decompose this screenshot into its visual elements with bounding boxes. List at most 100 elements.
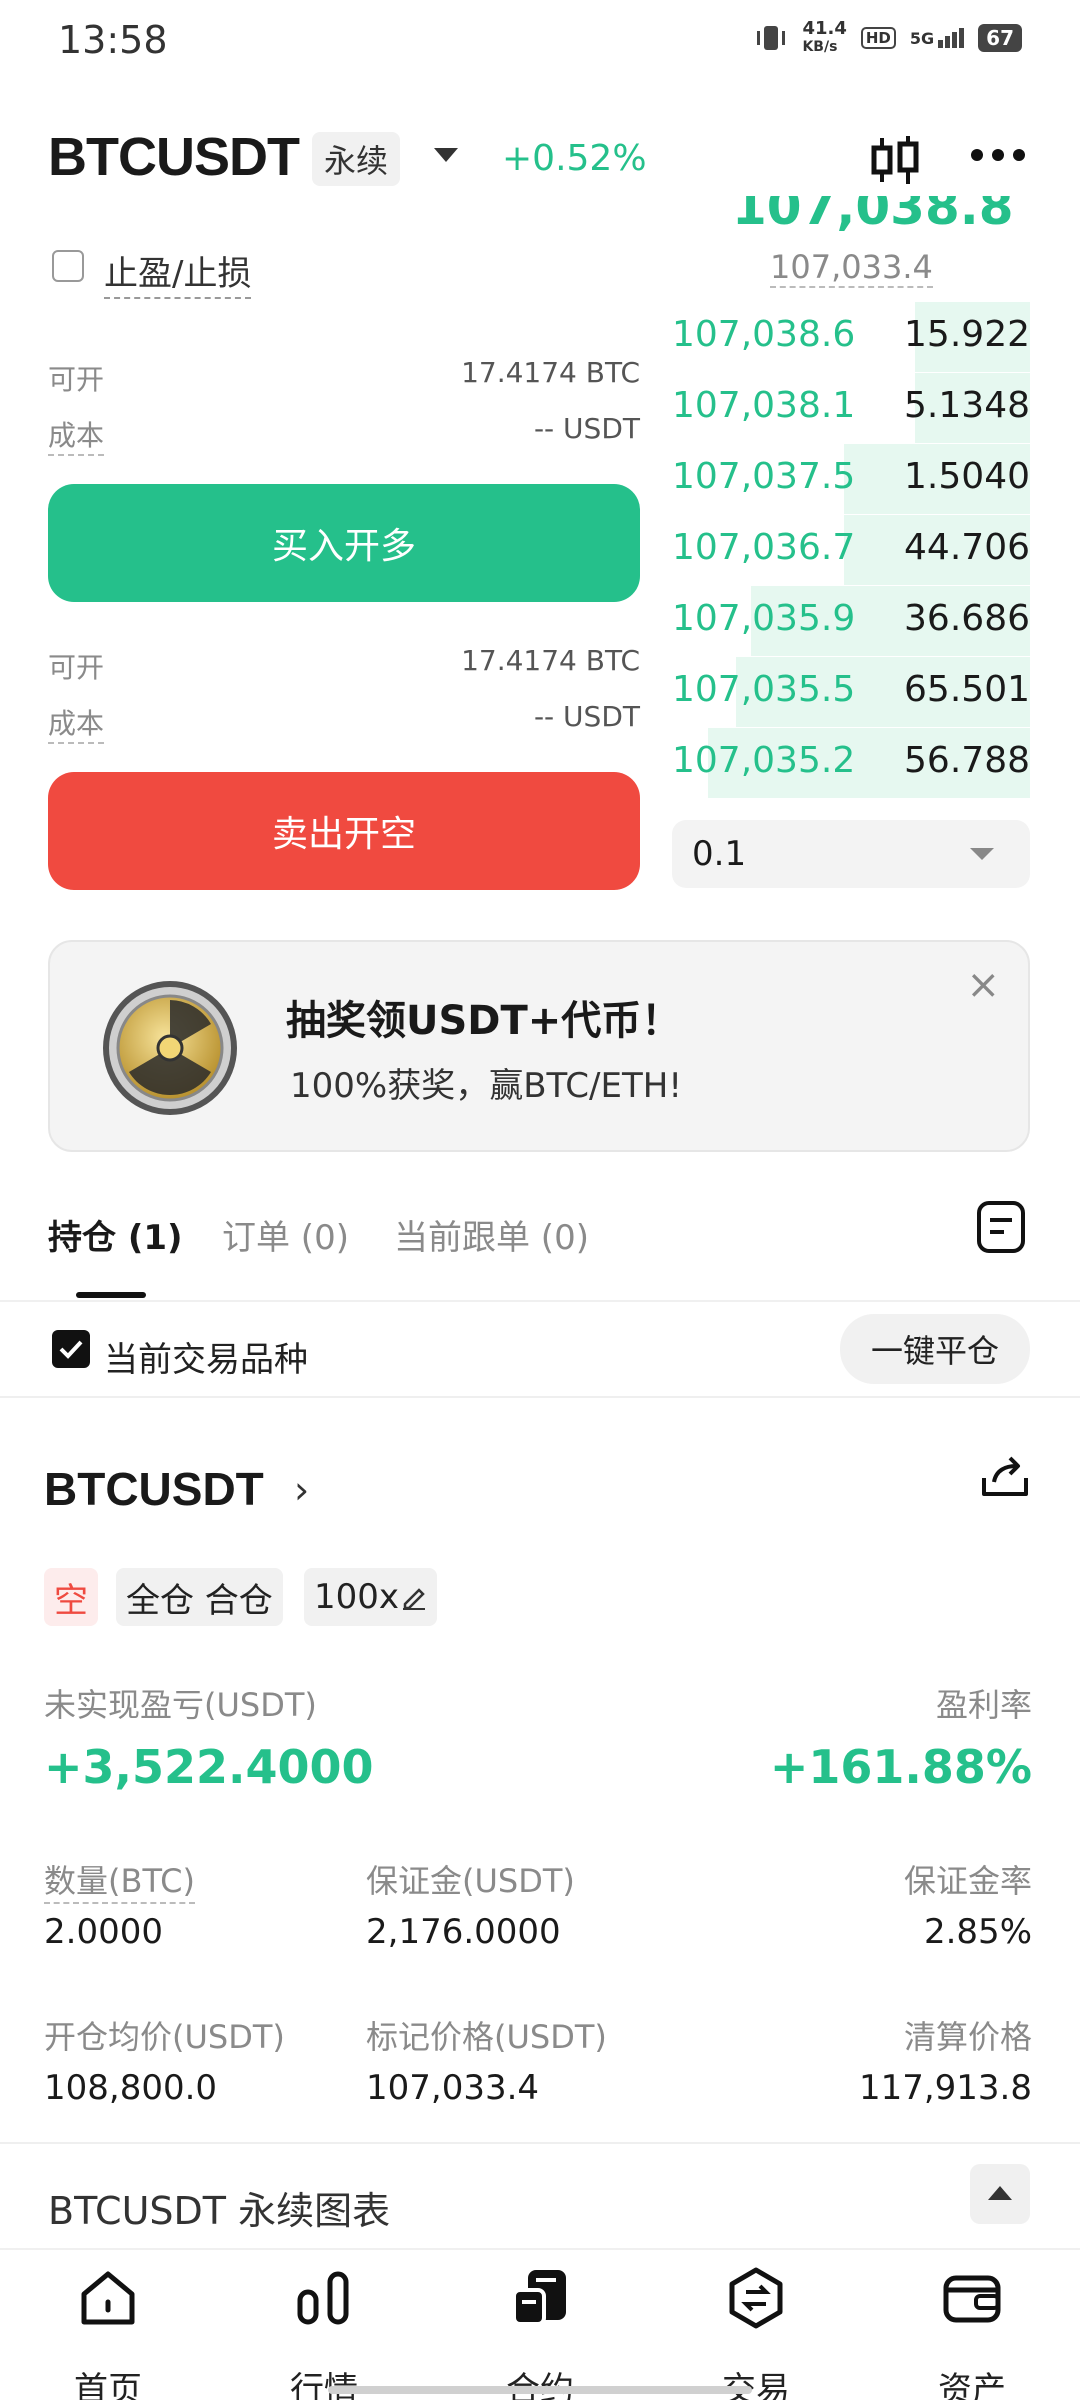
- tab-orders[interactable]: 订单 (0): [222, 1210, 349, 1259]
- check-icon: [59, 1340, 83, 1359]
- margin-ratio-value: 2.85%: [923, 1912, 1032, 1952]
- pair-title[interactable]: BTCUSDT: [48, 126, 300, 188]
- mark-price: 107,033.4: [770, 248, 933, 288]
- order-book-row[interactable]: 107,035.2 56.788: [672, 728, 1030, 798]
- chevron-down-icon[interactable]: [434, 148, 458, 162]
- nav-home[interactable]: 首页: [38, 2266, 178, 2400]
- mark-price-label: 标记价格(USDT): [366, 2018, 607, 2056]
- banner-title: 抽奖领USDT+代币！: [286, 998, 682, 1044]
- unrealized-pnl-label: 未实现盈亏(USDT): [44, 1686, 317, 1724]
- long-available-label: 可开: [48, 363, 105, 396]
- close-all-button[interactable]: 一键平仓: [840, 1314, 1030, 1384]
- candlestick-icon[interactable]: [868, 132, 924, 188]
- net-speed: 41.4 KB/s: [802, 18, 847, 56]
- chevron-down-icon: [970, 848, 994, 860]
- tab-copy-trades[interactable]: 当前跟单 (0): [394, 1210, 589, 1259]
- margin-label: 保证金(USDT): [366, 1862, 575, 1900]
- nav-futures[interactable]: 合约: [470, 2266, 610, 2400]
- mark-price-value: 107,033.4: [366, 2068, 540, 2108]
- nav-assets[interactable]: 资产: [902, 2266, 1042, 2400]
- nav-trade[interactable]: 交易: [686, 2266, 826, 2400]
- divider: [0, 1300, 1080, 1302]
- quantity-label: 数量(BTC): [44, 1856, 195, 1904]
- home-icon: [81, 2271, 135, 2325]
- chart-section-title[interactable]: BTCUSDT 永续图表: [48, 2180, 390, 2235]
- bid-quantity: 36.686: [904, 598, 1030, 639]
- bid-quantity: 1.5040: [904, 456, 1030, 497]
- promo-banner[interactable]: 抽奖领USDT+代币！ 100%获奖，赢BTC/ETH! ×: [48, 940, 1030, 1152]
- order-book-row[interactable]: 107,036.7 44.706: [672, 515, 1030, 585]
- nav-assets-label: 资产: [938, 2370, 1006, 2400]
- order-book-row[interactable]: 107,038.6 15.922: [672, 302, 1030, 372]
- nav-home-label: 首页: [74, 2370, 142, 2400]
- divider: [0, 1396, 1080, 1398]
- current-pair-label[interactable]: 当前交易品种: [104, 1332, 308, 1381]
- active-tab-indicator: [76, 1292, 146, 1298]
- buy-long-button[interactable]: 买入开多: [48, 484, 640, 602]
- unrealized-pnl-value: +3,522.4000: [44, 1740, 374, 1794]
- bid-price: 107,037.5: [672, 456, 856, 497]
- contract-type-badge[interactable]: 永续: [312, 132, 401, 186]
- bid-price: 107,035.2: [672, 740, 856, 781]
- nav-market[interactable]: 行情: [254, 2266, 394, 2400]
- sell-short-button[interactable]: 卖出开空: [48, 772, 640, 890]
- share-icon[interactable]: [980, 1454, 1030, 1500]
- current-pair-checkbox[interactable]: [52, 1330, 90, 1368]
- vibrate-icon: [757, 26, 786, 50]
- chevron-right-icon[interactable]: ›: [294, 1468, 309, 1512]
- wallet-icon: [943, 2275, 1001, 2323]
- bid-price: 107,038.6: [672, 314, 856, 355]
- tpsl-label[interactable]: 止盈/止损: [104, 246, 252, 299]
- entry-price-label: 开仓均价(USDT): [44, 2018, 285, 2056]
- order-book-row[interactable]: 107,037.5 1.5040: [672, 444, 1030, 514]
- leverage-value: 100x: [314, 1577, 400, 1617]
- edit-icon: [403, 1588, 426, 1610]
- chevron-up-icon[interactable]: [970, 2164, 1030, 2224]
- bottom-nav: 首页 行情 合约 交易 资产: [0, 2248, 1080, 2400]
- leverage-badge[interactable]: 100x: [304, 1568, 438, 1626]
- long-cost-label: 成本: [48, 414, 105, 456]
- short-available-value: 17.4174 BTC: [461, 644, 640, 677]
- nav-futures-label: 合约: [506, 2370, 574, 2400]
- bid-quantity: 5.1348: [904, 385, 1030, 426]
- divider: [0, 2142, 1080, 2144]
- banner-subtitle: 100%获奖，赢BTC/ETH!: [290, 1066, 682, 1106]
- margin-value: 2,176.0000: [366, 1912, 561, 1952]
- short-cost-value: -- USDT: [533, 700, 640, 733]
- trade-icon: [729, 2267, 783, 2329]
- lottery-coin-icon: [103, 981, 237, 1115]
- more-icon[interactable]: [970, 148, 1026, 162]
- order-history-icon[interactable]: [976, 1200, 1026, 1254]
- order-book-row[interactable]: 107,035.9 36.686: [672, 586, 1030, 656]
- order-book-row[interactable]: 107,038.1 5.1348: [672, 373, 1030, 443]
- bid-quantity: 65.501: [904, 669, 1030, 710]
- entry-price-value: 108,800.0: [44, 2068, 218, 2108]
- bid-quantity: 44.706: [904, 527, 1030, 568]
- signal-icon: 5G: [910, 28, 965, 48]
- tpsl-checkbox[interactable]: [52, 250, 84, 282]
- short-cost-label: 成本: [48, 702, 105, 744]
- order-book-row[interactable]: 107,035.5 65.501: [672, 657, 1030, 727]
- nav-market-label: 行情: [290, 2370, 358, 2400]
- bid-quantity: 56.788: [904, 740, 1030, 781]
- hd-badge: HD: [860, 27, 896, 49]
- depth-select[interactable]: 0.1: [672, 820, 1030, 888]
- bid-price: 107,036.7: [672, 527, 856, 568]
- bid-price: 107,035.9: [672, 598, 856, 639]
- side-badge: 空: [44, 1568, 98, 1626]
- status-time: 13:58: [58, 18, 168, 62]
- price-change: +0.52%: [502, 138, 647, 179]
- depth-select-value: 0.1: [692, 834, 747, 874]
- close-icon[interactable]: ×: [966, 962, 1000, 1008]
- position-symbol[interactable]: BTCUSDT: [44, 1462, 264, 1516]
- home-indicator[interactable]: [328, 2386, 752, 2394]
- roi-label: 盈利率: [935, 1686, 1032, 1724]
- margin-mode-badge: 全仓 合仓: [116, 1568, 283, 1626]
- nav-trade-label: 交易: [722, 2370, 790, 2400]
- tab-positions[interactable]: 持仓 (1): [48, 1210, 183, 1259]
- margin-ratio-label: 保证金率: [903, 1862, 1032, 1900]
- bid-price: 107,035.5: [672, 669, 856, 710]
- futures-icon: [512, 2270, 566, 2326]
- long-cost-value: -- USDT: [533, 412, 640, 445]
- quantity-value: 2.0000: [44, 1912, 163, 1952]
